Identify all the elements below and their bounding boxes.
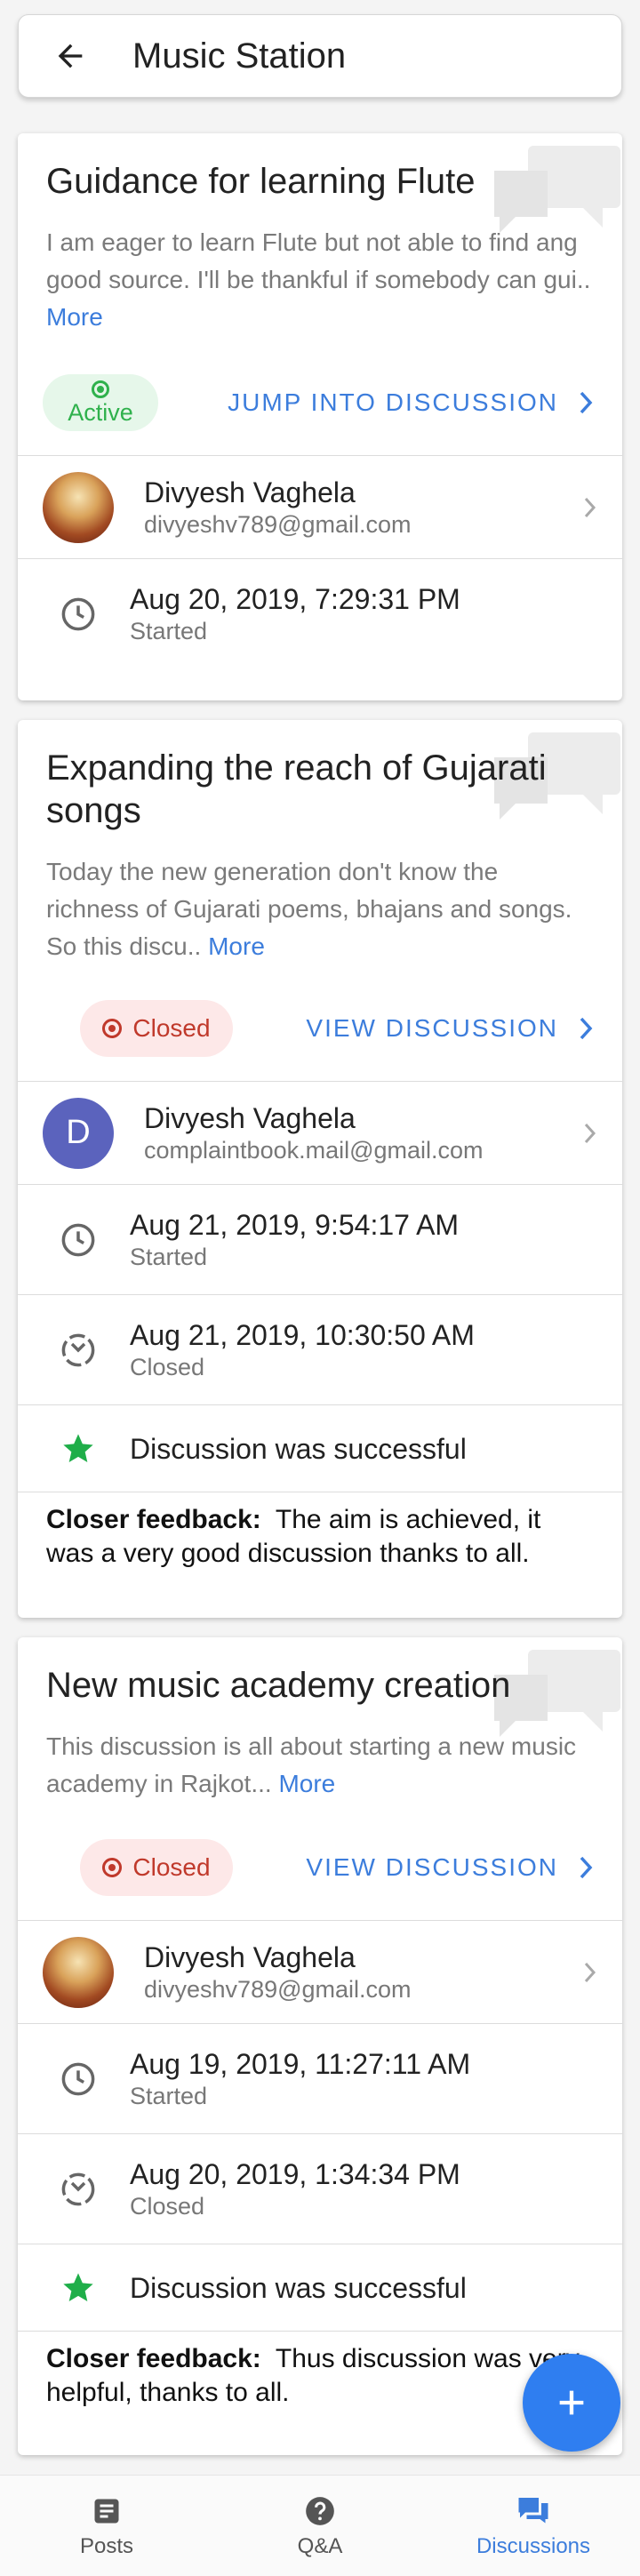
status-badge: Closed bbox=[80, 1000, 233, 1057]
timer-off-icon bbox=[61, 1333, 95, 1366]
posts-icon bbox=[94, 2499, 119, 2523]
avatar bbox=[43, 1936, 114, 2008]
started-label: Started bbox=[130, 1243, 208, 1270]
status-badge: Closed bbox=[80, 1839, 233, 1896]
status-row: Closed VIEW DISCUSSION bbox=[18, 1815, 622, 1920]
closed-row: Aug 21, 2019, 10:30:50 AM Closed bbox=[18, 1294, 622, 1404]
author-name: Divyesh Vaghela bbox=[144, 476, 356, 508]
discussion-title: Guidance for learning Flute bbox=[46, 162, 476, 201]
result-text: Discussion was successful bbox=[130, 2271, 467, 2304]
author-name: Divyesh Vaghela bbox=[144, 1101, 356, 1134]
nav-label: Discussions bbox=[476, 2533, 591, 2558]
closed-label: Closed bbox=[130, 2192, 205, 2220]
started-row: Aug 20, 2019, 7:29:31 PM Started bbox=[18, 558, 622, 668]
chevron-right-icon bbox=[580, 391, 593, 414]
description-text: I am eager to learn Flute but not able t… bbox=[46, 228, 591, 293]
chevron-right-icon bbox=[580, 1017, 593, 1040]
status-row: Closed VIEW DISCUSSION bbox=[18, 976, 622, 1081]
more-link[interactable]: More bbox=[46, 303, 103, 331]
discussion-title: New music academy creation bbox=[46, 1666, 511, 1705]
bottom-navigation: Posts Q&A Discussions bbox=[0, 2475, 640, 2576]
star-icon bbox=[63, 2272, 93, 2301]
discussion-description: Today the new generation don't know the … bbox=[46, 853, 594, 965]
closed-label: Closed bbox=[130, 1353, 205, 1380]
arrow-left-icon bbox=[58, 44, 83, 68]
nav-label: Q&A bbox=[297, 2533, 343, 2558]
star-icon bbox=[63, 1433, 93, 1462]
closed-row: Aug 20, 2019, 1:34:34 PM Closed bbox=[18, 2133, 622, 2244]
avatar: D bbox=[43, 1097, 114, 1169]
chat-bubbles-icon bbox=[518, 2497, 548, 2523]
started-time: Aug 20, 2019, 7:29:31 PM bbox=[130, 582, 460, 615]
discussion-card[interactable]: Expanding the reach of Gujarati songs To… bbox=[18, 720, 622, 1618]
discussion-title: Expanding the reach of Gujarati songs bbox=[46, 748, 547, 830]
closer-feedback: Closer feedback: The aim is achieved, it… bbox=[18, 1492, 622, 1583]
active-dot-icon bbox=[92, 380, 109, 398]
add-discussion-button[interactable] bbox=[523, 2354, 620, 2452]
clock-icon bbox=[61, 597, 95, 630]
app-root: Music Station Guidance for learning Flut… bbox=[0, 0, 640, 2576]
feedback-label: Closer feedback: bbox=[46, 2344, 261, 2373]
clock-icon bbox=[61, 2062, 95, 2095]
discussion-card[interactable]: New music academy creation This discussi… bbox=[18, 1637, 622, 2455]
started-label: Started bbox=[130, 617, 208, 644]
author-email: divyeshv789@gmail.com bbox=[144, 1975, 412, 2003]
app-header: Music Station bbox=[18, 14, 622, 98]
started-time: Aug 21, 2019, 9:54:17 AM bbox=[130, 1208, 460, 1241]
jump-into-discussion-button[interactable]: JUMP INTO DISCUSSION bbox=[228, 388, 594, 417]
back-button[interactable] bbox=[44, 29, 97, 83]
result-row: Discussion was successful bbox=[18, 1404, 622, 1492]
started-label: Started bbox=[130, 2082, 208, 2109]
chevron-right-icon bbox=[580, 1856, 593, 1879]
plus-icon bbox=[559, 2390, 584, 2415]
status-label: Closed bbox=[132, 1853, 211, 1881]
view-discussion-button[interactable]: VIEW DISCUSSION bbox=[306, 1014, 594, 1043]
chevron-right-icon bbox=[584, 1962, 596, 1982]
nav-item-discussions[interactable]: Discussions bbox=[427, 2476, 640, 2576]
author-email: complaintbook.mail@gmail.com bbox=[144, 1136, 484, 1164]
discussion-description: This discussion is all about starting a … bbox=[46, 1728, 594, 1803]
feedback-label: Closer feedback: bbox=[46, 1505, 261, 1534]
nav-item-posts[interactable]: Posts bbox=[0, 2476, 213, 2576]
help-circle-icon bbox=[306, 2496, 334, 2525]
page-title: Music Station bbox=[132, 36, 347, 76]
chevron-right-icon bbox=[584, 497, 596, 517]
started-row: Aug 19, 2019, 11:27:11 AM Started bbox=[18, 2023, 622, 2133]
nav-label: Posts bbox=[79, 2533, 134, 2558]
started-row: Aug 21, 2019, 9:54:17 AM Started bbox=[18, 1184, 622, 1294]
author-email: divyeshv789@gmail.com bbox=[144, 510, 412, 538]
author-row[interactable]: D Divyesh Vaghela complaintbook.mail@gma… bbox=[18, 1081, 622, 1184]
action-label: VIEW DISCUSSION bbox=[306, 1014, 558, 1042]
description-text: Today the new generation don't know the … bbox=[46, 858, 572, 960]
discussion-description: I am eager to learn Flute but not able t… bbox=[46, 224, 594, 336]
author-name: Divyesh Vaghela bbox=[144, 1940, 356, 1973]
result-row: Discussion was successful bbox=[18, 2244, 622, 2331]
avatar bbox=[43, 471, 114, 543]
status-label: Closed bbox=[132, 1014, 211, 1042]
status-badge: Active bbox=[43, 374, 158, 431]
discussion-card[interactable]: Guidance for learning Flute I am eager t… bbox=[18, 133, 622, 700]
nav-item-qa[interactable]: Q&A bbox=[213, 2476, 427, 2576]
chevron-right-icon bbox=[584, 1123, 596, 1143]
result-text: Discussion was successful bbox=[130, 1432, 467, 1465]
started-time: Aug 19, 2019, 11:27:11 AM bbox=[130, 2047, 471, 2080]
author-row[interactable]: Divyesh Vaghela divyeshv789@gmail.com bbox=[18, 1920, 622, 2023]
status-label: Active bbox=[68, 399, 133, 426]
author-row[interactable]: Divyesh Vaghela divyeshv789@gmail.com bbox=[18, 455, 622, 558]
action-label: JUMP INTO DISCUSSION bbox=[228, 388, 558, 416]
more-link[interactable]: More bbox=[278, 1770, 335, 1797]
more-link[interactable]: More bbox=[208, 932, 265, 960]
timer-off-icon bbox=[61, 2172, 95, 2205]
closed-dot-icon bbox=[102, 1019, 123, 1038]
status-row: Active JUMP INTO DISCUSSION bbox=[18, 350, 622, 455]
view-discussion-button[interactable]: VIEW DISCUSSION bbox=[306, 1853, 594, 1882]
closed-dot-icon bbox=[102, 1858, 123, 1877]
closed-time: Aug 21, 2019, 10:30:50 AM bbox=[130, 1318, 475, 1351]
clock-icon bbox=[61, 1223, 95, 1256]
action-label: VIEW DISCUSSION bbox=[306, 1853, 558, 1881]
closed-time: Aug 20, 2019, 1:34:34 PM bbox=[130, 2157, 460, 2190]
